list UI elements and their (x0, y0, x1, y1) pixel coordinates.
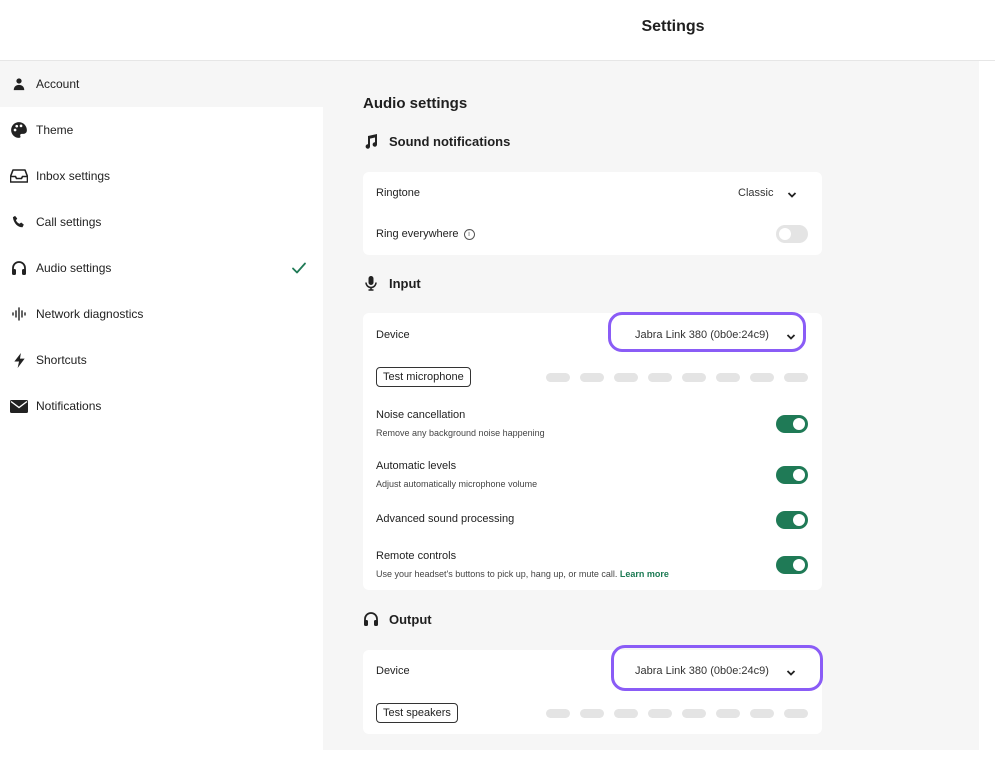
palette-icon (10, 121, 28, 139)
sidebar-item-label: Network diagnostics (36, 307, 144, 321)
remote-controls-description: Use your headset's buttons to pick up, h… (376, 569, 669, 579)
remote-controls-label: Remote controls (376, 550, 457, 562)
input-heading: Input (363, 275, 421, 291)
automatic-levels-description: Adjust automatically microphone volume (376, 479, 538, 489)
sidebar-item-inbox[interactable]: Inbox settings (0, 153, 323, 199)
remote-controls-toggle[interactable] (776, 556, 808, 574)
headphones-icon (364, 612, 378, 626)
music-note-icon (365, 134, 377, 149)
sound-card: Ringtone Classic Ring everywhere i (363, 172, 822, 255)
sidebar-item-label: Account (36, 77, 80, 91)
noise-cancellation-toggle[interactable] (776, 415, 808, 433)
automatic-levels-toggle[interactable] (776, 466, 808, 484)
ringtone-select[interactable]: Classic (738, 187, 773, 199)
sound-notifications-heading: Sound notifications (363, 133, 510, 149)
device-highlight (608, 312, 806, 352)
ring-everywhere-toggle[interactable] (776, 225, 808, 243)
sidebar-item-network[interactable]: Network diagnostics (0, 291, 323, 337)
ring-everywhere-label: Ring everywhere i (376, 228, 475, 240)
advanced-sound-toggle[interactable] (776, 511, 808, 529)
sidebar-item-label: Shortcuts (36, 353, 87, 367)
sidebar-item-shortcuts[interactable]: Shortcuts (0, 337, 323, 383)
lightning-icon (10, 351, 28, 369)
sidebar: Account Theme Inbox settings Call settin… (0, 61, 323, 760)
check-icon (292, 262, 306, 274)
device-highlight (611, 645, 823, 691)
automatic-levels-label: Automatic levels (376, 460, 457, 472)
waveform-icon (10, 305, 28, 323)
sidebar-item-theme[interactable]: Theme (0, 107, 323, 153)
phone-icon (10, 213, 28, 231)
output-heading: Output (363, 611, 432, 627)
inbox-icon (10, 167, 28, 185)
advanced-sound-label: Advanced sound processing (376, 513, 515, 525)
output-device-label: Device (376, 665, 410, 677)
sidebar-item-label: Inbox settings (36, 169, 111, 183)
sidebar-item-label: Notifications (36, 399, 102, 413)
sidebar-item-call[interactable]: Call settings (0, 199, 323, 245)
page-title: Settings (641, 18, 705, 35)
section-title: Audio settings (363, 95, 468, 112)
ringtone-label: Ringtone (376, 187, 421, 199)
chevron-down-icon[interactable] (787, 190, 797, 200)
audio-settings-panel: Audio settings Sound notifications Ringt… (323, 61, 979, 750)
sidebar-item-audio[interactable]: Audio settings (0, 245, 323, 291)
input-device-label: Device (376, 329, 410, 341)
input-card: Device Jabra Link 380 (0b0e:24c9) Test m… (363, 312, 822, 590)
noise-cancellation-label: Noise cancellation (376, 409, 466, 421)
envelope-icon (10, 397, 28, 415)
speaker-level-meter (546, 709, 808, 718)
learn-more-link[interactable]: Learn more (620, 569, 669, 579)
info-icon[interactable]: i (463, 228, 475, 240)
microphone-level-meter (546, 373, 808, 382)
test-microphone-button[interactable]: Test microphone (376, 367, 471, 387)
noise-cancellation-description: Remove any background noise happening (376, 428, 545, 438)
person-icon (10, 75, 28, 93)
sidebar-item-label: Call settings (36, 215, 102, 229)
header: Settings (0, 0, 995, 61)
sidebar-item-label: Theme (36, 123, 74, 137)
sidebar-item-label: Audio settings (36, 261, 112, 275)
headphones-icon (10, 259, 28, 277)
output-card: Device Jabra Link 380 (0b0e:24c9) Test s… (363, 645, 823, 734)
sidebar-item-account[interactable]: Account (0, 61, 323, 107)
sidebar-item-notifications[interactable]: Notifications (0, 383, 323, 429)
microphone-icon (365, 276, 377, 291)
test-speakers-button[interactable]: Test speakers (376, 703, 458, 723)
